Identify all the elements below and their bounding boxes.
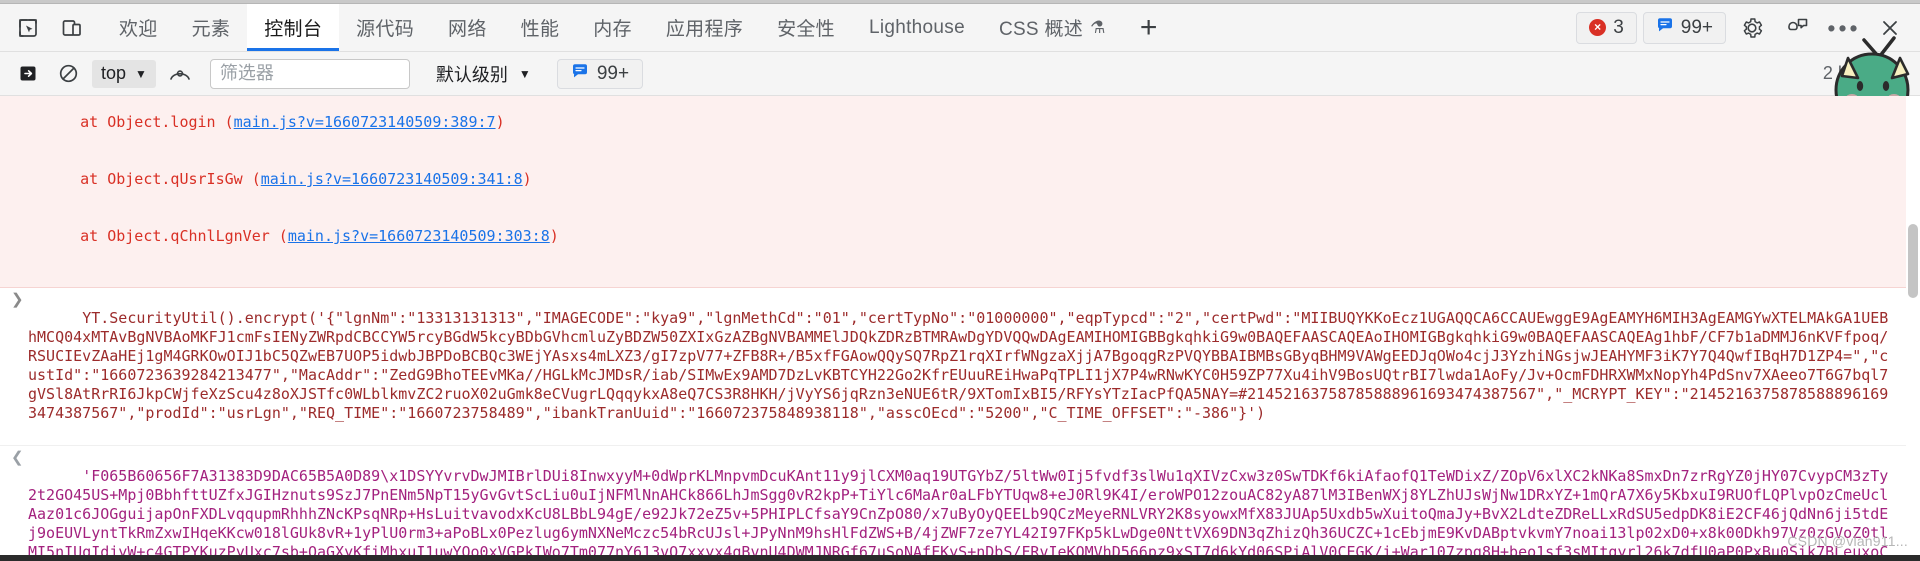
console-output[interactable]: at Object.login (main.js?v=1660723140509… <box>0 96 1920 555</box>
message-count-label: 99+ <box>1680 16 1713 38</box>
console-error-stack[interactable]: at Object.login (main.js?v=1660723140509… <box>0 96 1920 288</box>
inspect-cursor-icon[interactable] <box>6 4 50 51</box>
chevron-down-icon: ▼ <box>518 66 531 81</box>
hidden-messages-label: 2 hidden <box>1822 63 1892 83</box>
console-input-text: YT.SecurityUtil().encrypt('{"lgnNm":"133… <box>28 309 1889 422</box>
error-icon: × <box>1589 19 1607 36</box>
stack-frame: at Object.qChnlLgnVer (main.js?v=1660723… <box>44 227 559 245</box>
console-toolbar: top ▼ 默认级别 ▼ 99+ 2 hidden <box>0 52 1920 96</box>
stack-frame: at Object.qUsrIsGw (main.js?v=1660723140… <box>44 170 532 188</box>
console-input-expression[interactable]: ❯ YT.SecurityUtil().encrypt('{"lgnNm":"13… <box>0 288 1920 446</box>
tabbar-right-actions: × 3 99+ ••• <box>1576 4 1920 51</box>
tab-label: 内存 <box>593 19 632 40</box>
watermark: CSDN @vlan911... <box>1787 533 1908 549</box>
devtools-tabbar: 欢迎 元素 控制台 源代码 网络 性能 内存 应用程序 安全性 Lighthou… <box>0 4 1920 126</box>
no-entry-icon[interactable] <box>50 58 86 90</box>
devtools-window: 欢迎 元素 控制台 源代码 网络 性能 内存 应用程序 安全性 Lighthou… <box>0 0 1920 561</box>
tab-application[interactable]: 应用程序 <box>649 4 760 51</box>
close-icon[interactable] <box>1870 8 1910 48</box>
console-output-result[interactable]: ❮ 'F065B60656F7A31383D9DAC65B5A0D89\x1DSY… <box>0 446 1920 555</box>
log-level-select[interactable]: 默认级别 ▼ <box>428 59 539 89</box>
tab-sources[interactable]: 源代码 <box>339 4 431 51</box>
tab-label: 性能 <box>520 19 560 40</box>
error-count-label: 3 <box>1613 16 1624 38</box>
tab-performance[interactable]: 性能 <box>504 4 577 51</box>
filter-input[interactable] <box>209 58 410 89</box>
add-tab-button[interactable]: + <box>1123 4 1175 51</box>
source-link[interactable]: main.js?v=1660723140509:341:8 <box>261 170 523 188</box>
tab-label: CSS 概述 <box>998 19 1084 40</box>
more-options-icon[interactable]: ••• <box>1824 8 1864 48</box>
error-count-badge[interactable]: × 3 <box>1576 11 1637 44</box>
message-bubble-icon <box>1656 16 1674 40</box>
flask-icon: ⚗ <box>1090 17 1106 37</box>
message-count-badge[interactable]: 99+ <box>1642 11 1726 44</box>
tab-label: 网络 <box>448 19 487 40</box>
expand-arrow-icon[interactable]: ❯ <box>11 290 24 309</box>
gear-icon[interactable] <box>1732 8 1772 48</box>
console-output-text: 'F065B60656F7A31383D9DAC65B5A0D89\x1DSYY… <box>28 467 1889 555</box>
source-link[interactable]: main.js?v=1660723140509:389:7 <box>234 113 496 131</box>
tab-label: 应用程序 <box>665 19 744 40</box>
message-bubble-icon <box>571 62 589 86</box>
tab-welcome[interactable]: 欢迎 <box>102 4 175 51</box>
tab-label: 源代码 <box>356 19 415 40</box>
chevron-down-icon: ▼ <box>135 66 147 81</box>
tab-label: 元素 <box>191 19 231 40</box>
devtools-tab-list: 欢迎 元素 控制台 源代码 网络 性能 内存 应用程序 安全性 Lighthou… <box>102 4 1175 51</box>
tab-label: 欢迎 <box>119 19 158 40</box>
live-expression-icon[interactable] <box>162 58 198 90</box>
tab-memory[interactable]: 内存 <box>576 4 649 51</box>
clear-console-icon[interactable] <box>10 58 46 90</box>
tab-elements[interactable]: 元素 <box>175 4 248 51</box>
scrollbar-thumb[interactable] <box>1908 224 1918 298</box>
tab-label: Lighthouse <box>868 16 965 38</box>
tab-css-overview[interactable]: CSS 概述 ⚗ <box>982 4 1123 51</box>
os-taskbar <box>0 555 1920 561</box>
execution-context-value: top <box>101 63 127 83</box>
tab-lighthouse[interactable]: Lighthouse <box>852 4 982 51</box>
tab-label: 安全性 <box>777 19 835 40</box>
console-message-count-label: 99+ <box>596 62 630 84</box>
console-scrollbar[interactable] <box>1906 96 1920 555</box>
dock-side-icon[interactable] <box>1778 8 1818 48</box>
tab-network[interactable]: 网络 <box>431 4 504 51</box>
tab-console[interactable]: 控制台 <box>247 4 340 51</box>
log-level-value: 默认级别 <box>435 64 508 85</box>
console-message-count-badge[interactable]: 99+ <box>556 58 644 89</box>
execution-context-select[interactable]: top ▼ <box>92 59 156 88</box>
tab-security[interactable]: 安全性 <box>760 4 852 51</box>
device-toolbar-icon[interactable] <box>50 4 94 51</box>
stack-frame: at Object.login (main.js?v=1660723140509… <box>44 113 505 131</box>
result-arrow-icon: ❮ <box>11 449 24 466</box>
source-link[interactable]: main.js?v=1660723140509:303:8 <box>288 227 550 245</box>
tab-label: 控制台 <box>264 19 323 40</box>
